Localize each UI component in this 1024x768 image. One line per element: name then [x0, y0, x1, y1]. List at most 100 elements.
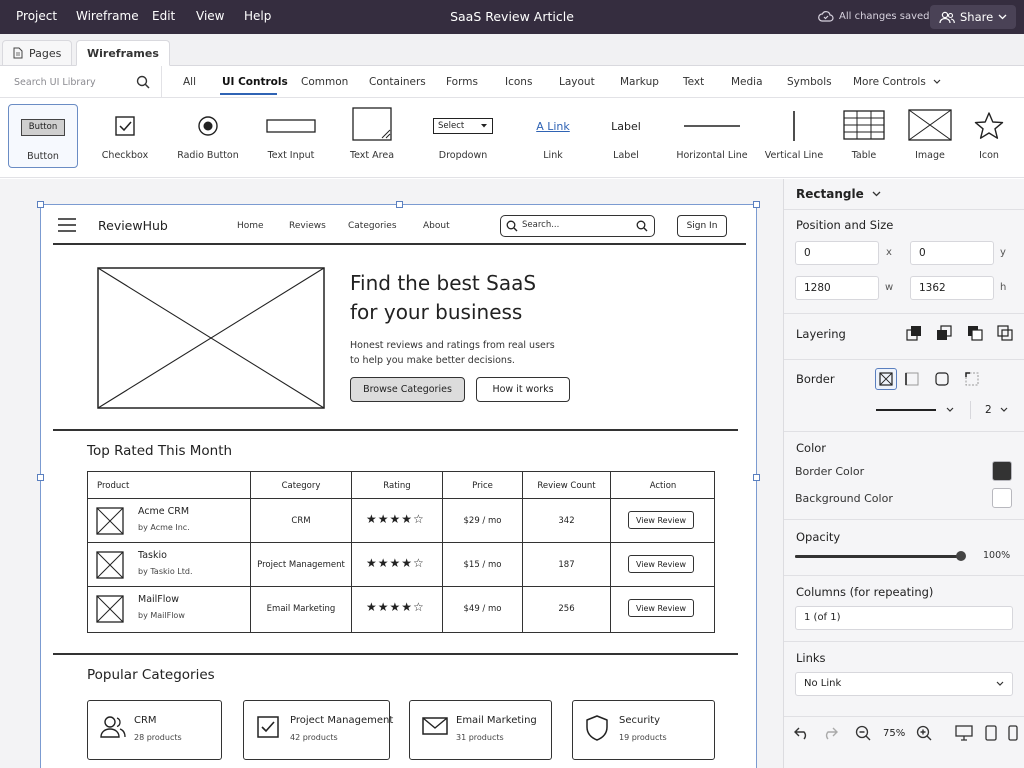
wire-nav-about[interactable]: About — [423, 221, 450, 231]
category-text[interactable]: Text — [683, 76, 704, 88]
wire-nav-categories[interactable]: Categories — [348, 221, 397, 231]
palette-icon[interactable]: Icon — [968, 104, 1010, 168]
page-tabs: Pages Wireframes — [0, 34, 1024, 66]
category-markup[interactable]: Markup — [620, 76, 659, 88]
send-to-back-button[interactable] — [994, 322, 1016, 344]
opacity-slider-fill — [795, 555, 961, 558]
category-media[interactable]: Media — [731, 76, 763, 88]
palette-text-input[interactable]: Text Input — [265, 104, 317, 168]
palette-label-label: Label — [613, 150, 639, 161]
text-input-icon — [266, 119, 316, 133]
category-common[interactable]: Common — [301, 76, 348, 88]
palette-table[interactable]: Table — [841, 104, 887, 168]
menu-edit[interactable]: Edit — [152, 9, 175, 23]
menu-help[interactable]: Help — [244, 9, 271, 23]
category-card[interactable]: Project Management 42 products — [243, 700, 393, 760]
share-button[interactable]: Share — [930, 5, 1016, 29]
resize-handle-left[interactable] — [37, 474, 44, 481]
zoom-in-icon[interactable] — [916, 725, 932, 741]
category-card[interactable]: Email Marketing 31 products — [409, 700, 552, 760]
library-search-input[interactable]: Search UI Library — [0, 66, 162, 98]
menu-project[interactable]: Project — [16, 9, 57, 23]
hamburger-menu-icon[interactable] — [57, 217, 77, 233]
view-review-button[interactable]: View Review — [628, 555, 694, 573]
border-left-button[interactable] — [901, 368, 923, 390]
undo-icon[interactable] — [794, 726, 810, 740]
border-rounded-button[interactable] — [931, 368, 953, 390]
redo-icon[interactable] — [822, 726, 838, 740]
border-style-select[interactable] — [876, 401, 964, 419]
category-card[interactable]: Security 19 products — [572, 700, 715, 760]
palette-link[interactable]: A Link Link — [528, 104, 578, 168]
category-all[interactable]: All — [183, 76, 196, 88]
category-containers[interactable]: Containers — [369, 76, 426, 88]
checkbox-icon — [115, 116, 135, 136]
wire-search-input[interactable]: Search... — [500, 215, 655, 237]
links-select[interactable]: No Link — [795, 672, 1013, 696]
palette-text-area[interactable]: Text Area — [350, 104, 394, 168]
border-corner-button[interactable] — [961, 368, 983, 390]
border-color-swatch[interactable] — [992, 461, 1012, 481]
view-review-button[interactable]: View Review — [628, 511, 694, 529]
bring-forward-button[interactable] — [933, 322, 955, 344]
search-icon[interactable] — [136, 75, 150, 89]
opacity-slider-thumb[interactable] — [956, 551, 966, 561]
selected-rectangle[interactable]: ReviewHub Home Reviews Categories About … — [37, 201, 760, 768]
palette-vertical-line[interactable]: Vertical Line — [765, 104, 823, 168]
search-icon — [636, 220, 648, 232]
mobile-preview-icon[interactable] — [1008, 725, 1018, 741]
envelope-icon — [422, 717, 448, 735]
category-ui-controls[interactable]: UI Controls — [222, 76, 288, 88]
resize-handle-top[interactable] — [396, 201, 403, 208]
size-w-input[interactable]: 1280 — [795, 276, 879, 300]
tablet-preview-icon[interactable] — [985, 725, 997, 741]
wire-browse-categories-button[interactable]: Browse Categories — [350, 377, 465, 402]
columns-input[interactable]: 1 (of 1) — [795, 606, 1013, 630]
border-width-select[interactable]: 2 — [970, 401, 1014, 419]
menu-view[interactable]: View — [196, 9, 224, 23]
resize-handle-top-right[interactable] — [753, 201, 760, 208]
palette-label[interactable]: Label Label — [604, 104, 648, 168]
wire-nav-reviews[interactable]: Reviews — [289, 221, 326, 231]
tab-wireframes[interactable]: Wireframes — [76, 40, 170, 66]
category-more-controls[interactable]: More Controls — [853, 76, 941, 88]
category-icons[interactable]: Icons — [505, 76, 532, 88]
menu-wireframe[interactable]: Wireframe — [76, 9, 139, 23]
palette-horizontal-line[interactable]: Horizontal Line — [676, 104, 748, 168]
size-h-input[interactable]: 1362 — [910, 276, 994, 300]
category-symbols[interactable]: Symbols — [787, 76, 832, 88]
wire-nav-home[interactable]: Home — [237, 221, 264, 231]
palette-button[interactable]: Button Button — [8, 104, 78, 168]
border-all-button[interactable] — [875, 368, 897, 390]
send-backward-button[interactable] — [964, 322, 986, 344]
table-header-category: Category — [281, 480, 321, 491]
category-forms[interactable]: Forms — [446, 76, 478, 88]
palette-dropdown[interactable]: Select Dropdown — [432, 104, 494, 168]
resize-handle-right[interactable] — [753, 474, 760, 481]
shape-type-selector[interactable]: Rectangle — [796, 187, 881, 201]
tab-pages[interactable]: Pages — [2, 40, 73, 66]
bring-to-front-button[interactable] — [903, 322, 925, 344]
resize-handle-top-left[interactable] — [37, 201, 44, 208]
palette-checkbox[interactable]: Checkbox — [100, 104, 150, 168]
palette-radio-button[interactable]: Radio Button — [177, 104, 239, 168]
palette-image[interactable]: Image — [907, 104, 953, 168]
desktop-preview-icon[interactable] — [955, 725, 973, 741]
save-status: All changes saved — [818, 10, 930, 22]
view-review-button[interactable]: View Review — [628, 599, 694, 617]
position-y-input[interactable]: 0 — [910, 241, 994, 265]
canvas[interactable]: ReviewHub Home Reviews Categories About … — [0, 179, 783, 768]
background-color-swatch[interactable] — [992, 488, 1012, 508]
wire-hero-title: Find the best SaaS for your business — [350, 269, 610, 327]
more-controls-label: More Controls — [853, 76, 926, 88]
product-name: MailFlow — [138, 594, 179, 605]
zoom-out-icon[interactable] — [855, 725, 871, 741]
active-category-indicator — [220, 93, 277, 95]
category-card[interactable]: CRM 28 products — [87, 700, 222, 760]
product-review-count: 342 — [558, 515, 575, 526]
wire-how-it-works-button[interactable]: How it works — [476, 377, 570, 402]
wire-signin-button[interactable]: Sign In — [677, 215, 727, 237]
opacity-slider-track[interactable] — [795, 551, 966, 561]
category-layout[interactable]: Layout — [559, 76, 595, 88]
position-x-input[interactable]: 0 — [795, 241, 879, 265]
